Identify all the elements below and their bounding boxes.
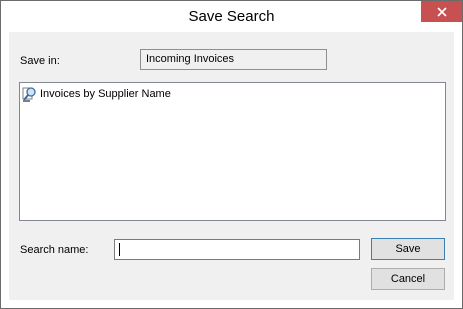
saved-searches-list[interactable]: Invoices by Supplier Name xyxy=(19,82,446,221)
window-frame-bottom xyxy=(1,300,462,308)
dialog-title: Save Search xyxy=(188,8,275,25)
list-item[interactable]: Invoices by Supplier Name xyxy=(22,85,171,103)
save-button[interactable]: Save xyxy=(371,238,445,260)
saved-search-icon xyxy=(22,87,36,102)
window-frame-right xyxy=(454,32,462,308)
save-search-dialog: Save Search Save in: Incoming Invoices I… xyxy=(0,0,463,309)
title-bar[interactable]: Save Search xyxy=(1,1,462,32)
list-item-label: Invoices by Supplier Name xyxy=(40,88,171,100)
save-in-label: Save in: xyxy=(20,55,60,67)
search-name-input[interactable] xyxy=(114,239,360,260)
save-in-value: Incoming Invoices xyxy=(140,49,327,70)
close-icon xyxy=(436,6,447,17)
search-name-label: Search name: xyxy=(20,244,89,256)
window-frame-left xyxy=(1,32,9,308)
text-caret xyxy=(119,243,120,256)
close-button[interactable] xyxy=(421,1,462,22)
cancel-button[interactable]: Cancel xyxy=(371,268,445,290)
